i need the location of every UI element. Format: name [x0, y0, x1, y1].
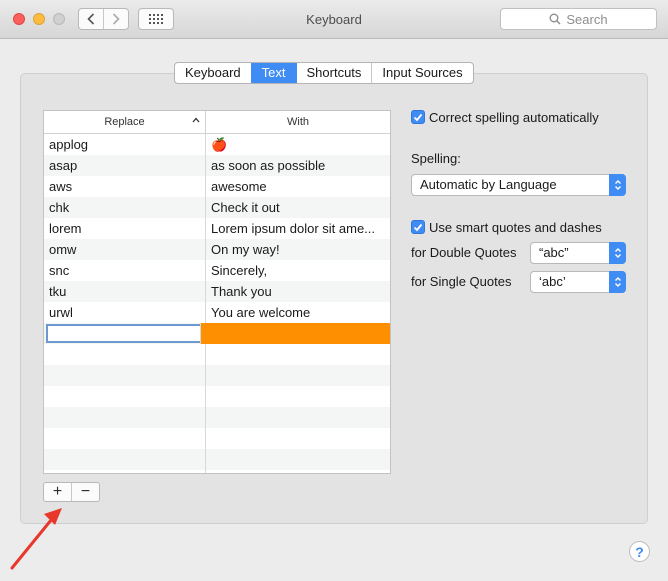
search-icon [549, 13, 561, 25]
table-body: applog 🍎 asap as soon as possible aws aweso… [44, 134, 390, 473]
tab-keyboard[interactable]: Keyboard [175, 63, 251, 83]
search-field[interactable]: Search [500, 8, 657, 30]
add-button[interactable]: + [44, 483, 71, 501]
with-cell: awesome [211, 179, 267, 194]
tab-bar: Keyboard Text Shortcuts Input Sources [174, 62, 474, 84]
updown-chevron-icon [609, 174, 626, 196]
smart-quotes-checkbox[interactable] [411, 220, 425, 234]
replace-cell: aws [44, 176, 206, 197]
updown-chevron-icon [609, 242, 626, 264]
table-row[interactable]: aws awesome [44, 176, 390, 197]
empty-row [44, 428, 390, 449]
with-cell: On my way! [211, 242, 280, 257]
with-cell: Lorem ipsum dolor sit ame... [211, 221, 376, 236]
table-row-editing[interactable] [44, 323, 390, 344]
empty-row [44, 470, 390, 473]
tab-input-sources[interactable]: Input Sources [371, 63, 472, 83]
table-row[interactable]: snc Sincerely, [44, 260, 390, 281]
replace-cell-editing [44, 323, 201, 344]
replace-cell: urwl [44, 302, 206, 323]
table-row[interactable]: tku Thank you [44, 281, 390, 302]
add-remove-buttons: + − [43, 482, 100, 502]
remove-button[interactable]: − [71, 483, 99, 501]
table-row[interactable]: lorem Lorem ipsum dolor sit ame... [44, 218, 390, 239]
spelling-popup[interactable]: Automatic by Language [411, 174, 626, 196]
empty-row [44, 407, 390, 428]
double-quotes-popup[interactable]: “abc” [530, 242, 626, 264]
single-quotes-popup[interactable]: ‘abc’ [530, 271, 626, 293]
table-row[interactable]: omw On my way! [44, 239, 390, 260]
replace-cell: tku [44, 281, 206, 302]
smart-quotes-label[interactable]: Use smart quotes and dashes [429, 220, 602, 235]
help-button[interactable]: ? [629, 541, 650, 562]
spelling-label: Spelling: [411, 151, 461, 166]
tab-text[interactable]: Text [250, 63, 296, 83]
replace-cell: omw [44, 239, 206, 260]
updown-chevron-icon [609, 271, 626, 293]
replace-cell: chk [44, 197, 206, 218]
replace-cell: lorem [44, 218, 206, 239]
column-header-with[interactable]: With [206, 111, 390, 133]
empty-row [44, 449, 390, 470]
with-cell: Check it out [211, 200, 280, 215]
replace-cell: snc [44, 260, 206, 281]
text-replacement-table: Replace With applog 🍎 asap as soon as poss… [43, 110, 391, 474]
empty-row [44, 344, 390, 365]
double-quotes-value: “abc” [539, 245, 569, 260]
table-header: Replace With [44, 111, 390, 134]
with-cell: Thank you [211, 284, 272, 299]
table-row[interactable]: asap as soon as possible [44, 155, 390, 176]
table-row[interactable]: urwl You are welcome [44, 302, 390, 323]
table-row[interactable]: applog 🍎 [44, 134, 390, 155]
with-cell-editing[interactable] [201, 323, 390, 344]
correct-spelling-checkbox[interactable] [411, 110, 425, 124]
with-cell: as soon as possible [211, 158, 326, 173]
replace-edit-input[interactable] [46, 324, 200, 343]
checkmark-icon [413, 223, 423, 231]
title-bar: Keyboard Search [0, 0, 668, 39]
spelling-value: Automatic by Language [420, 177, 557, 192]
with-cell: You are welcome [211, 305, 311, 320]
empty-row [44, 365, 390, 386]
single-quotes-label: for Single Quotes [411, 274, 512, 289]
with-cell: 🍎 [211, 137, 228, 152]
search-placeholder: Search [566, 11, 608, 27]
correct-spelling-label[interactable]: Correct spelling automatically [429, 110, 599, 125]
replace-cell: asap [44, 155, 206, 176]
table-row[interactable]: chk Check it out [44, 197, 390, 218]
with-cell: Sincerely, [211, 263, 268, 278]
column-header-replace[interactable]: Replace [44, 111, 206, 133]
annotation-arrow-icon [10, 508, 62, 570]
sort-ascending-icon [192, 117, 200, 123]
empty-row [44, 386, 390, 407]
double-quotes-label: for Double Quotes [411, 245, 517, 260]
tab-shortcuts[interactable]: Shortcuts [295, 63, 372, 83]
single-quotes-value: ‘abc’ [539, 274, 566, 289]
checkmark-icon [413, 113, 423, 121]
replace-cell: applog [44, 134, 206, 155]
